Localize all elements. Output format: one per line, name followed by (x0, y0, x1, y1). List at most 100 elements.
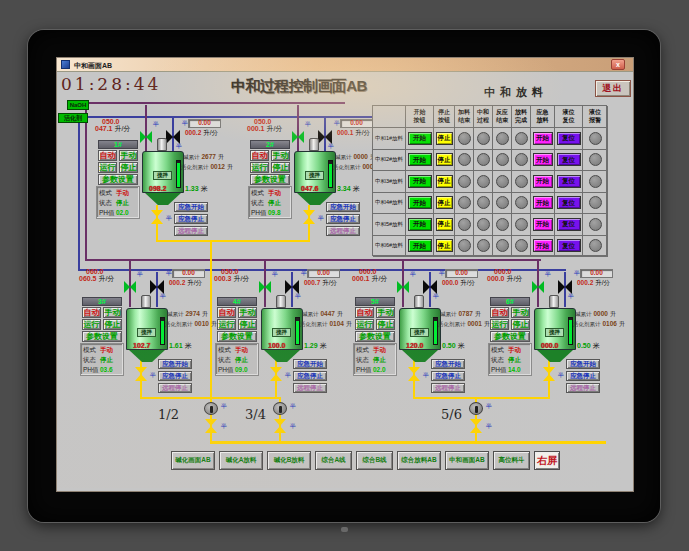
info-value: 02.0 (373, 367, 386, 374)
nav-button-8[interactable]: 高位料斗 (493, 451, 530, 470)
exit-button[interactable]: 退出 (595, 80, 631, 97)
table-reset-button[interactable]: 复位 (557, 132, 581, 145)
stirrer-label: 搅拌 (545, 328, 564, 337)
nav-button-5[interactable]: 综合B线 (356, 451, 393, 470)
emergency-start-button[interactable]: 应急开始 (158, 359, 192, 369)
table-start-button[interactable]: 开始 (408, 153, 432, 166)
stop-button[interactable]: 停止 (376, 319, 395, 330)
auto-button[interactable]: 自动 (98, 150, 117, 161)
nav-button-4[interactable]: 综合A线 (315, 451, 352, 470)
inlet-valve-naoh-6-right (538, 281, 544, 293)
table-reset-button[interactable]: 复位 (557, 175, 581, 188)
table-stop-button[interactable]: 停止 (436, 218, 453, 231)
remote-stop-button[interactable]: 远程停止 (566, 383, 600, 393)
remote-stop-button[interactable]: 远程停止 (174, 226, 208, 236)
run-button[interactable]: 运行 (217, 319, 236, 330)
emergency-start-button[interactable]: 应急开始 (174, 202, 208, 212)
table-start-button[interactable]: 开始 (408, 196, 432, 209)
status-lamp (477, 175, 490, 188)
run-button[interactable]: 运行 (82, 319, 101, 330)
params-button[interactable]: 参数设置 (98, 174, 138, 185)
run-button[interactable]: 运行 (98, 162, 117, 173)
run-button[interactable]: 运行 (250, 162, 269, 173)
unit-display-flow-value: 000.2 (169, 279, 185, 286)
unit-total2-unit: 升 (227, 164, 233, 170)
manual-button[interactable]: 手动 (376, 307, 395, 318)
inlet-valve-activator-3-right (157, 280, 164, 294)
unit-flow-display: 0.00 (188, 119, 221, 128)
table-cell: 开始 (406, 150, 434, 172)
manual-button[interactable]: 手动 (271, 150, 290, 161)
table-emergency-button[interactable]: 开始 (533, 175, 553, 188)
table-emergency-button[interactable]: 开始 (533, 132, 553, 145)
outlet-valve-4-lower (270, 374, 282, 381)
emergency-stop-button[interactable]: 应急停止 (431, 371, 465, 381)
table-reset-button[interactable]: 复位 (557, 196, 581, 209)
right-screen-button[interactable]: 右屏 (534, 451, 560, 470)
stop-button[interactable]: 停止 (511, 319, 530, 330)
table-row-label: 中和6#放料 (373, 243, 403, 249)
remote-stop-button[interactable]: 远程停止 (431, 383, 465, 393)
table-emergency-button[interactable]: 开始 (533, 153, 553, 166)
table-header-cell: 放料完成 (512, 106, 531, 128)
nav-button-6[interactable]: 综合放料AB (397, 451, 441, 470)
manual-button[interactable]: 手动 (103, 307, 122, 318)
table-reset-button[interactable]: 复位 (557, 153, 581, 166)
table-stop-button[interactable]: 停止 (436, 132, 453, 145)
emergency-start-button[interactable]: 应急开始 (431, 359, 465, 369)
manual-button[interactable]: 手动 (119, 150, 138, 161)
emergency-stop-button[interactable]: 应急停止 (174, 214, 208, 224)
params-button[interactable]: 参数设置 (217, 331, 257, 342)
nav-button-7[interactable]: 中和画面AB (445, 451, 489, 470)
window-close-button[interactable]: x (611, 59, 625, 70)
table-reset-button[interactable]: 复位 (557, 239, 581, 252)
remote-stop-button[interactable]: 远程停止 (158, 383, 192, 393)
table-start-button[interactable]: 开始 (408, 132, 432, 145)
emergency-start-button[interactable]: 应急开始 (566, 359, 600, 369)
remote-stop-button[interactable]: 远程停止 (326, 226, 360, 236)
emergency-stop-button[interactable]: 应急停止 (566, 371, 600, 381)
table-start-button[interactable]: 开始 (408, 239, 432, 252)
table-emergency-button[interactable]: 开始 (533, 218, 553, 231)
params-button[interactable]: 参数设置 (250, 174, 290, 185)
tank-cap (141, 295, 151, 308)
info-label: 状态 (356, 357, 369, 364)
table-start-button[interactable]: 开始 (408, 218, 432, 231)
emergency-stop-button[interactable]: 应急停止 (158, 371, 192, 381)
auto-button[interactable]: 自动 (490, 307, 509, 318)
auto-button[interactable]: 自动 (355, 307, 374, 318)
table-start-button[interactable]: 开始 (408, 175, 432, 188)
table-emergency-button[interactable]: 开始 (533, 239, 553, 252)
table-cell (455, 214, 474, 236)
table-stop-button[interactable]: 停止 (436, 196, 453, 209)
emergency-start-button[interactable]: 应急开始 (326, 202, 360, 212)
stop-button[interactable]: 停止 (119, 162, 138, 173)
run-button[interactable]: 运行 (355, 319, 374, 330)
table-stop-button[interactable]: 停止 (436, 239, 453, 252)
emergency-start-button[interactable]: 应急开始 (293, 359, 327, 369)
nav-button-1[interactable]: 碱化画面AB (171, 451, 215, 470)
params-button[interactable]: 参数设置 (82, 331, 122, 342)
nav-button-3[interactable]: 碱化B放料 (267, 451, 311, 470)
auto-button[interactable]: 自动 (250, 150, 269, 161)
stop-button[interactable]: 停止 (103, 319, 122, 330)
manual-button[interactable]: 手动 (511, 307, 530, 318)
run-button[interactable]: 运行 (490, 319, 509, 330)
manual-button[interactable]: 手动 (238, 307, 257, 318)
table-stop-button[interactable]: 停止 (436, 175, 453, 188)
nav-button-2[interactable]: 碱化A放料 (219, 451, 263, 470)
params-button[interactable]: 参数设置 (490, 331, 530, 342)
table-reset-button[interactable]: 复位 (557, 218, 581, 231)
table-emergency-button[interactable]: 开始 (533, 196, 553, 209)
auto-button[interactable]: 自动 (217, 307, 236, 318)
params-button[interactable]: 参数设置 (355, 331, 395, 342)
inlet-valve-naoh-5 (397, 281, 409, 293)
emergency-stop-button[interactable]: 应急停止 (326, 214, 360, 224)
stop-button[interactable]: 停止 (271, 162, 290, 173)
emergency-stop-button[interactable]: 应急停止 (293, 371, 327, 381)
table-stop-button[interactable]: 停止 (436, 153, 453, 166)
unit-set-flow: 050.0 (221, 268, 239, 275)
auto-button[interactable]: 自动 (82, 307, 101, 318)
stop-button[interactable]: 停止 (238, 319, 257, 330)
remote-stop-button[interactable]: 远程停止 (293, 383, 327, 393)
